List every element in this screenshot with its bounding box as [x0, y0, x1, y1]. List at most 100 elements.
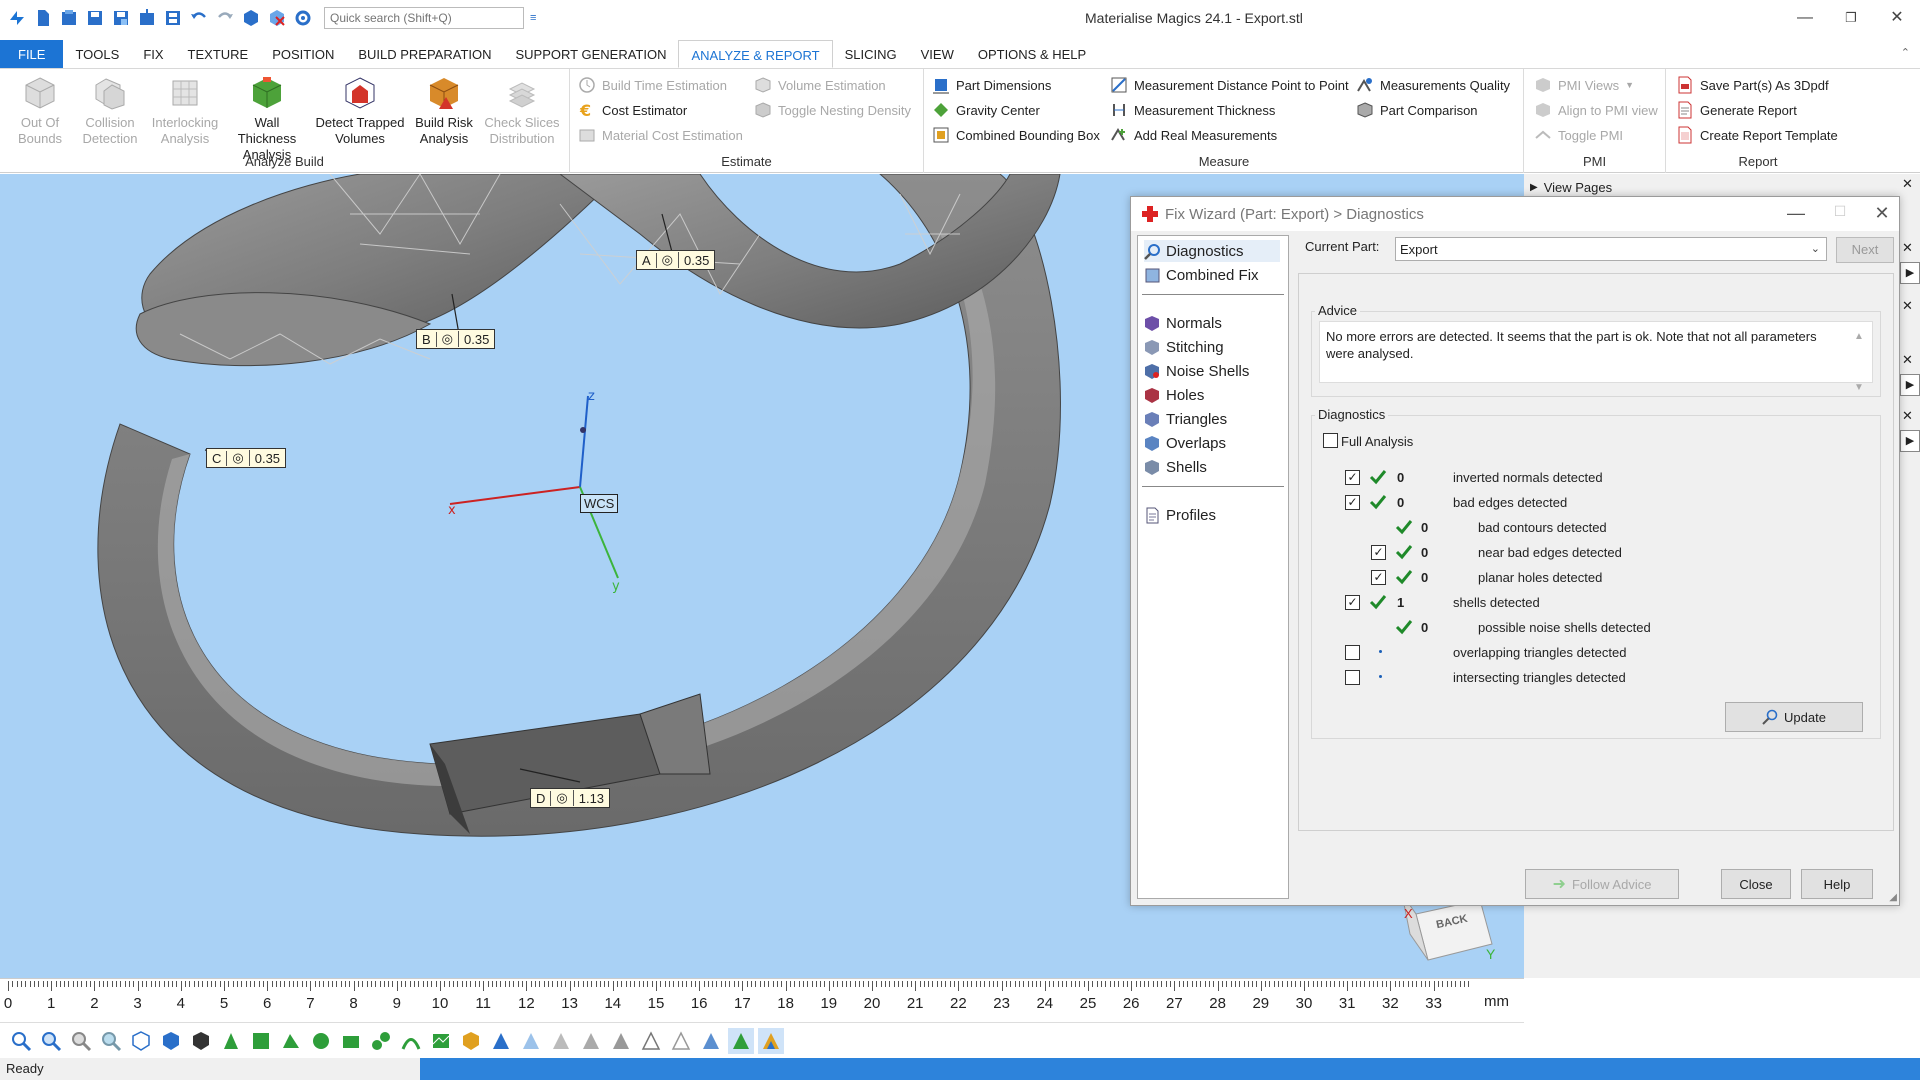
- part-orange-icon[interactable]: [458, 1028, 484, 1054]
- solid-view-icon[interactable]: [188, 1028, 214, 1054]
- save-3dpdf-button[interactable]: Save Part(s) As 3Dpdf: [1676, 74, 1829, 96]
- side-panel-expand-icon-3[interactable]: ▶: [1900, 430, 1920, 452]
- annotation-a[interactable]: A ◎ 0.35: [636, 250, 716, 270]
- volume-estimation-button[interactable]: Volume Estimation: [754, 74, 886, 96]
- collapse-ribbon-icon[interactable]: ⌃: [1901, 46, 1910, 59]
- follow-advice-button[interactable]: ➜ Follow Advice: [1525, 869, 1679, 899]
- full-analysis-checkbox[interactable]: [1323, 433, 1338, 448]
- tab-fix[interactable]: FIX: [131, 40, 175, 68]
- minimize-icon[interactable]: —: [1790, 6, 1820, 30]
- shell-green-icon[interactable]: [278, 1028, 304, 1054]
- wall-thickness-analysis-button[interactable]: Wall Thickness Analysis: [224, 73, 310, 163]
- collision-detection-button[interactable]: Collision Detection: [76, 73, 144, 147]
- part-dimensions-button[interactable]: Part Dimensions: [932, 74, 1051, 96]
- measurement-distance-button[interactable]: Measurement Distance Point to Point: [1110, 74, 1349, 96]
- nav-overlaps[interactable]: Overlaps: [1144, 432, 1234, 454]
- triangle-color-icon[interactable]: [758, 1027, 784, 1054]
- triangle-outline-icon[interactable]: [638, 1028, 664, 1054]
- annotation-b[interactable]: B ◎ 0.35: [416, 329, 496, 349]
- quick-search-input[interactable]: [324, 7, 524, 29]
- side-panel-close-icon[interactable]: ✕: [1902, 176, 1913, 192]
- view-pages-header[interactable]: ▶ View Pages: [1530, 180, 1612, 195]
- toggle-nesting-density-button[interactable]: Toggle Nesting Density: [754, 99, 911, 121]
- open-file-icon[interactable]: [58, 7, 80, 29]
- measurements-quality-button[interactable]: Measurements Quality: [1356, 74, 1510, 96]
- mesh-blue-icon[interactable]: [488, 1028, 514, 1054]
- help-button[interactable]: Help: [1801, 869, 1873, 899]
- search-options-icon[interactable]: ≡: [530, 12, 536, 24]
- row-checkbox-overlapping[interactable]: [1345, 645, 1360, 660]
- redo-icon[interactable]: [214, 7, 236, 29]
- side-panel-close-icon-5[interactable]: ✕: [1902, 408, 1913, 424]
- current-part-select[interactable]: Export ⌄: [1395, 237, 1827, 261]
- pmi-views-button[interactable]: PMI Views ▼: [1534, 74, 1634, 96]
- resize-grip-icon[interactable]: ◢: [1889, 892, 1897, 903]
- app-logo-icon[interactable]: [6, 7, 28, 29]
- zoom-icon[interactable]: [8, 1028, 34, 1054]
- triangle-gray-icon-2[interactable]: [578, 1028, 604, 1054]
- gravity-center-button[interactable]: Gravity Center: [932, 99, 1040, 121]
- view-cube-icon[interactable]: [128, 1028, 154, 1054]
- tab-build-preparation[interactable]: BUILD PREPARATION: [346, 40, 503, 68]
- tab-view[interactable]: VIEW: [909, 40, 966, 68]
- dialog-close-icon[interactable]: ✕: [1867, 203, 1897, 224]
- triangle-gray-icon-3[interactable]: [608, 1028, 634, 1054]
- nav-triangles[interactable]: Triangles: [1144, 408, 1235, 430]
- side-panel-expand-icon[interactable]: ▶: [1900, 262, 1920, 284]
- nav-stitching[interactable]: Stitching: [1144, 336, 1232, 358]
- generate-report-button[interactable]: Generate Report: [1676, 99, 1797, 121]
- zoom-all-icon[interactable]: [68, 1028, 94, 1054]
- tab-texture[interactable]: TEXTURE: [176, 40, 261, 68]
- update-button[interactable]: Update: [1725, 702, 1863, 732]
- cost-estimator-button[interactable]: € Cost Estimator: [578, 99, 687, 121]
- sphere-green-icon[interactable]: [308, 1028, 334, 1054]
- part-comparison-button[interactable]: Part Comparison: [1356, 99, 1478, 121]
- tab-options-help[interactable]: OPTIONS & HELP: [966, 40, 1098, 68]
- side-panel-close-icon-2[interactable]: ✕: [1902, 240, 1913, 256]
- new-file-icon[interactable]: [32, 7, 54, 29]
- align-to-pmi-view-button[interactable]: Align to PMI view: [1534, 99, 1658, 121]
- nav-shells[interactable]: Shells: [1144, 456, 1215, 478]
- triangle-active-icon[interactable]: [728, 1027, 754, 1054]
- zoom-selected-icon[interactable]: [98, 1028, 124, 1054]
- triangle-gray-icon[interactable]: [548, 1028, 574, 1054]
- row-checkbox-planar-holes[interactable]: ✓: [1371, 570, 1386, 585]
- settings-icon[interactable]: [292, 7, 314, 29]
- combined-bounding-box-button[interactable]: Combined Bounding Box: [932, 124, 1100, 146]
- nav-profiles[interactable]: Profiles: [1144, 504, 1224, 526]
- restore-icon[interactable]: ❐: [1836, 6, 1866, 30]
- surface-green-icon[interactable]: [248, 1028, 274, 1054]
- mesh-light-icon[interactable]: [518, 1028, 544, 1054]
- export-icon[interactable]: [162, 7, 184, 29]
- save-as-icon[interactable]: [110, 7, 132, 29]
- measurement-thickness-button[interactable]: Measurement Thickness: [1110, 99, 1275, 121]
- side-panel-close-icon-3[interactable]: ✕: [1902, 298, 1913, 314]
- dialog-minimize-icon[interactable]: —: [1781, 203, 1811, 224]
- annotation-d[interactable]: D ◎ 1.13: [530, 788, 611, 808]
- tab-analyze-report[interactable]: ANALYZE & REPORT: [678, 40, 833, 68]
- nav-noise-shells[interactable]: Noise Shells: [1144, 360, 1257, 382]
- save-icon[interactable]: [84, 7, 106, 29]
- zoom-window-icon[interactable]: [38, 1028, 64, 1054]
- row-checkbox-shells[interactable]: ✓: [1345, 595, 1360, 610]
- build-time-estimation-button[interactable]: Build Time Estimation: [578, 74, 727, 96]
- tab-slicing[interactable]: SLICING: [833, 40, 909, 68]
- check-slices-distribution-button[interactable]: Check Slices Distribution: [480, 73, 564, 147]
- map-green-icon[interactable]: [428, 1028, 454, 1054]
- material-cost-estimation-button[interactable]: Material Cost Estimation: [578, 124, 743, 146]
- advice-scrollbar[interactable]: ▲ ▼: [1852, 328, 1866, 393]
- undo-icon[interactable]: [188, 7, 210, 29]
- delete-part-icon[interactable]: [266, 7, 288, 29]
- side-panel-expand-icon-2[interactable]: ▶: [1900, 374, 1920, 396]
- triangle-outline-icon-2[interactable]: [668, 1028, 694, 1054]
- import-icon[interactable]: [136, 7, 158, 29]
- tab-tools[interactable]: TOOLS: [63, 40, 131, 68]
- dialog-maximize-icon[interactable]: ☐: [1825, 203, 1855, 220]
- detect-trapped-volumes-button[interactable]: Detect Trapped Volumes: [312, 73, 408, 147]
- interlocking-analysis-button[interactable]: Interlocking Analysis: [148, 73, 222, 147]
- view-box-icon[interactable]: [158, 1028, 184, 1054]
- add-real-measurements-button[interactable]: Add Real Measurements: [1110, 124, 1277, 146]
- plane-green-icon[interactable]: [338, 1028, 364, 1054]
- nav-diagnostics[interactable]: Diagnostics: [1144, 240, 1280, 262]
- triangle-blue-icon[interactable]: [698, 1028, 724, 1054]
